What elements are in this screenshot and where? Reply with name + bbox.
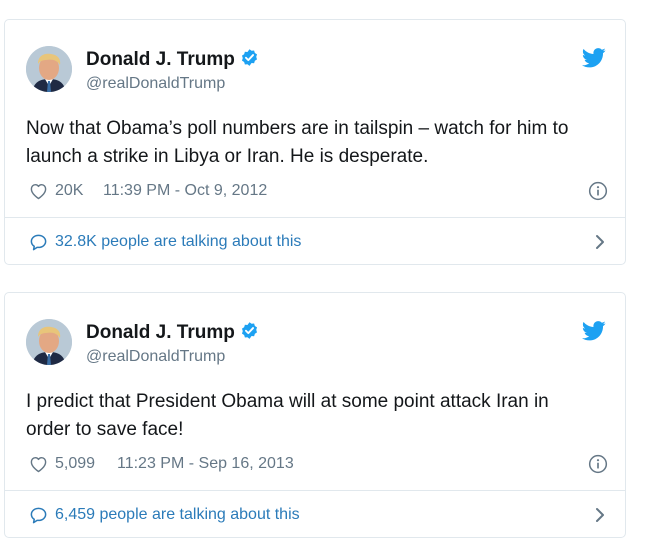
tweet-text-line: Now that Obama’s poll numbers are in tai… <box>26 118 569 139</box>
twitter-bird-icon[interactable] <box>581 321 606 341</box>
author-name[interactable]: Donald J. Trump <box>86 48 259 73</box>
tweet-header: Donald J. Trump @realDonaldTrump <box>26 46 606 96</box>
chevron-right-icon[interactable] <box>592 506 608 529</box>
tweet-text-line: launch a strike in Libya or Iran. He is … <box>26 146 429 167</box>
tweet-card[interactable]: Donald J. Trump @realDonaldTrump I predi… <box>4 292 626 538</box>
verified-badge-icon <box>240 48 259 73</box>
tweet-text: I predict that President Obama will at s… <box>26 388 616 444</box>
author-handle[interactable]: @realDonaldTrump <box>86 75 225 93</box>
twitter-bird-icon[interactable] <box>581 48 606 68</box>
tweet-text-line: I predict that President Obama will at s… <box>26 391 549 412</box>
like-count[interactable]: 5,099 <box>55 455 95 473</box>
heart-icon[interactable] <box>29 182 48 205</box>
like-count[interactable]: 20K <box>55 182 83 200</box>
info-icon[interactable] <box>588 454 608 479</box>
talking-about-label[interactable]: 32.8K people are talking about this <box>55 233 301 251</box>
divider <box>5 217 625 218</box>
verified-badge-icon <box>240 321 259 346</box>
talking-about-link[interactable]: 6,459 people are talking about this <box>26 504 608 528</box>
author-name[interactable]: Donald J. Trump <box>86 321 259 346</box>
speech-bubble-icon <box>29 506 48 530</box>
info-icon[interactable] <box>588 181 608 206</box>
author-handle[interactable]: @realDonaldTrump <box>86 348 225 366</box>
tweet-header: Donald J. Trump @realDonaldTrump <box>26 319 606 369</box>
avatar[interactable] <box>26 319 72 365</box>
tweet-card[interactable]: Donald J. Trump @realDonaldTrump Now tha… <box>4 19 626 265</box>
heart-icon[interactable] <box>29 455 48 478</box>
timestamp-link[interactable]: 11:39 PM - Oct 9, 2012 <box>103 182 267 200</box>
tweet-text: Now that Obama’s poll numbers are in tai… <box>26 115 616 171</box>
tweet-text-line: order to save face! <box>26 419 184 440</box>
talking-about-label[interactable]: 6,459 people are talking about this <box>55 506 300 524</box>
chevron-right-icon[interactable] <box>592 233 608 256</box>
speech-bubble-icon <box>29 233 48 257</box>
avatar[interactable] <box>26 46 72 92</box>
timestamp-link[interactable]: 11:23 PM - Sep 16, 2013 <box>117 455 294 473</box>
talking-about-link[interactable]: 32.8K people are talking about this <box>26 231 608 255</box>
tweet-meta: 20K 11:39 PM - Oct 9, 2012 <box>26 181 608 203</box>
divider <box>5 490 625 491</box>
tweet-meta: 5,099 11:23 PM - Sep 16, 2013 <box>26 454 608 476</box>
